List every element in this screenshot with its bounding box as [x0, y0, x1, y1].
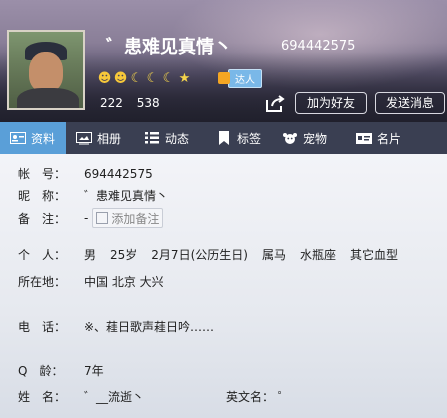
location-label: 所在地： — [18, 275, 67, 289]
badge-icon — [218, 72, 230, 84]
profile-info-panel: 帐 号： 694442575 昵 称： ゛患难见真情丶 备 注： - 添加备注 … — [0, 154, 447, 418]
location-row: 所在地： 中国 北京 大兴 — [18, 273, 164, 290]
avatar-body — [17, 88, 79, 108]
avatar[interactable] — [7, 30, 85, 110]
tab-label: 宠物 — [303, 131, 328, 146]
tab-label: 动态 — [165, 131, 190, 146]
nickname-label: 昵 称： — [18, 189, 67, 203]
photo-album-icon — [76, 131, 92, 145]
blood-type: 其它血型 — [349, 248, 398, 262]
realname-value: ゛__流逝丶 — [84, 390, 145, 404]
tab-tags[interactable]: 标签 — [206, 122, 272, 154]
moon-level-icon: ☾ — [146, 70, 159, 86]
account-label: 帐 号： — [18, 167, 67, 181]
business-card-icon — [356, 131, 372, 145]
realname-row: 姓 名： ゛__流逝丶 — [18, 388, 144, 405]
tab-pet[interactable]: 宠物 — [272, 122, 346, 154]
gender: 男 — [84, 248, 97, 262]
profile-qq-number: 694442575 — [281, 39, 356, 54]
add-note-button[interactable]: 添加备注 — [92, 208, 164, 228]
qage-row: Q 龄： 7年 — [18, 362, 104, 379]
add-note-label: 添加备注 — [111, 211, 160, 226]
age: 25岁 — [110, 248, 138, 262]
zodiac: 属马 — [261, 248, 286, 262]
sun-level-icon: ☻ — [113, 70, 128, 86]
tab-label: 标签 — [237, 131, 262, 146]
send-message-button[interactable]: 发送消息 — [375, 92, 445, 114]
personal-label: 个 人： — [18, 248, 67, 262]
birthday: 2月7日(公历生日) — [151, 248, 248, 262]
note-dash: - — [84, 211, 89, 225]
personal-row: 个 人： 男 25岁 2月7日(公历生日) 属马 水瓶座 其它血型 — [18, 246, 398, 263]
phone-label: 电 话： — [18, 320, 67, 334]
profile-counts: 222 538 — [100, 96, 170, 110]
phone-value: ※、蓕日歌声蓕日吟…… — [84, 320, 215, 334]
count-b: 538 — [136, 96, 160, 110]
account-row: 帐 号： 694442575 — [18, 165, 153, 182]
tab-label: 名片 — [377, 131, 402, 146]
note-label: 备 注： — [18, 211, 67, 226]
nickname-row: 昵 称： ゛患难见真情丶 — [18, 187, 168, 204]
bookmark-icon — [216, 131, 232, 145]
profile-nickname: ゛患难见真情丶 — [106, 37, 232, 58]
nickname-value: ゛患难见真情丶 — [84, 189, 169, 203]
qage-value: 7年 — [84, 364, 104, 378]
tab-feed[interactable]: 动态 — [134, 122, 206, 154]
share-icon[interactable] — [264, 95, 286, 113]
moon-level-icon: ☾ — [162, 70, 175, 86]
level-icons[interactable]: ☻ ☻ ☾ ☾ ☾ ★ — [97, 70, 192, 86]
note-edit-icon — [96, 212, 109, 224]
feed-list-icon — [144, 131, 160, 145]
moon-level-icon: ☾ — [130, 70, 143, 86]
id-card-icon — [10, 131, 26, 145]
constellation: 水瓶座 — [299, 248, 336, 262]
pet-icon — [282, 131, 298, 145]
tab-label: 相册 — [97, 131, 122, 146]
badge-label: 达人 — [228, 68, 262, 88]
english-name-label: 英文名： — [226, 390, 275, 404]
sun-level-icon: ☻ — [97, 70, 112, 86]
realname-label: 姓 名： — [18, 390, 67, 404]
tab-profile[interactable]: 资料 — [0, 122, 66, 154]
account-value: 694442575 — [84, 166, 153, 181]
star-level-icon: ★ — [178, 70, 191, 86]
add-friend-button[interactable]: 加为好友 — [295, 92, 367, 114]
profile-tabs: 资料 相册 动态 标签 宠物 名片 — [0, 122, 447, 154]
tab-album[interactable]: 相册 — [66, 122, 134, 154]
tab-label: 资料 — [31, 131, 56, 146]
qage-label: Q 龄： — [18, 364, 64, 378]
count-a: 222 — [100, 96, 123, 110]
phone-row: 电 话： ※、蓕日歌声蓕日吟…… — [18, 318, 214, 335]
tab-card[interactable]: 名片 — [346, 122, 422, 154]
english-name-value: ゜ — [277, 390, 290, 404]
english-name-row: 英文名： ゜ — [226, 388, 290, 405]
location-value: 中国 北京 大兴 — [84, 275, 164, 289]
note-row: 备 注： - 添加备注 — [18, 208, 164, 228]
expert-badge[interactable]: 达人 — [218, 68, 262, 88]
avatar-face — [29, 52, 63, 92]
